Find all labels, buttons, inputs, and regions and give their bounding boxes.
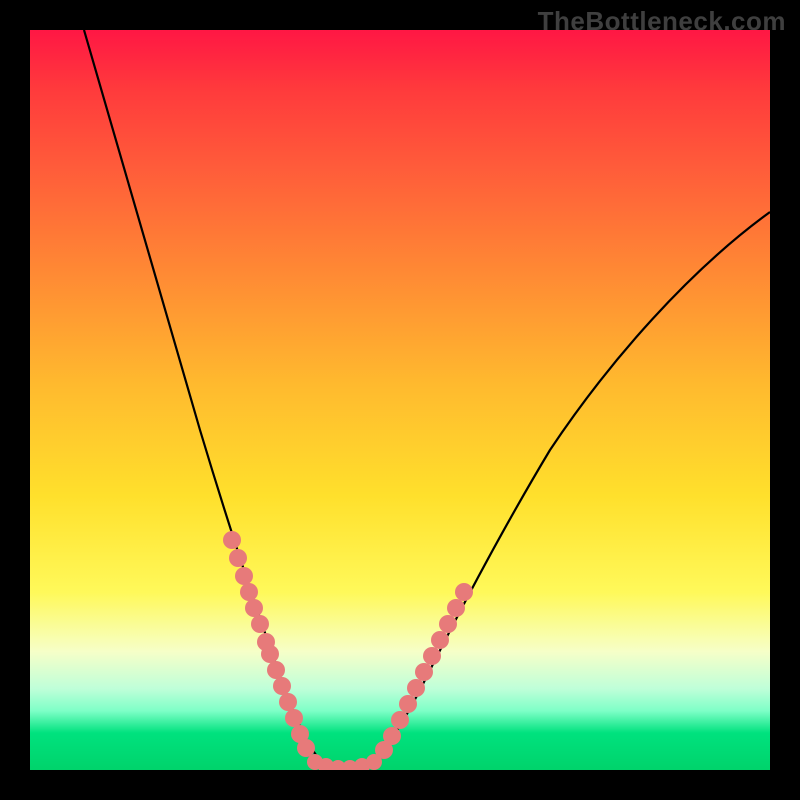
left-marker-cluster (223, 531, 315, 757)
plot-area (30, 30, 770, 770)
curve-layer (30, 30, 770, 770)
bottom-marker-plateau (307, 754, 382, 770)
right-marker-cluster (375, 583, 473, 759)
chart-frame: TheBottleneck.com (0, 0, 800, 800)
bottleneck-curve (84, 30, 770, 768)
